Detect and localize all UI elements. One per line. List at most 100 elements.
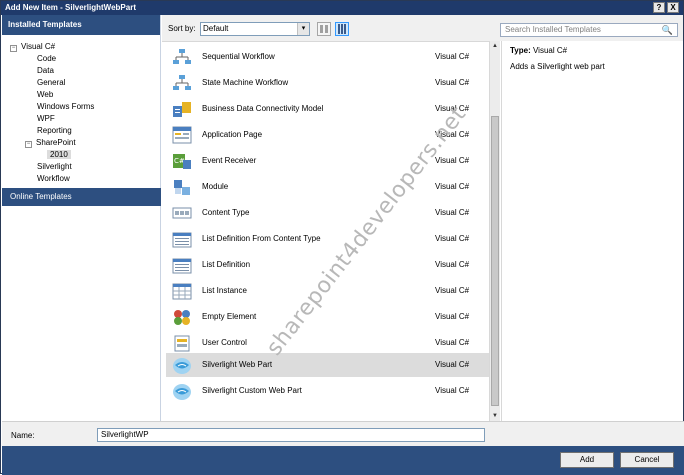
template-row[interactable]: Module Visual C# xyxy=(166,175,489,199)
template-row[interactable]: List Definition Visual C# xyxy=(166,253,489,277)
template-name: Silverlight Custom Web Part xyxy=(202,386,302,395)
template-language: Visual C# xyxy=(435,286,470,295)
sort-by-label: Sort by: xyxy=(168,24,196,33)
template-name: List Instance xyxy=(202,286,247,295)
template-name: Empty Element xyxy=(202,312,257,321)
tree-item-workflow[interactable]: Workflow xyxy=(37,173,70,185)
scroll-down-icon[interactable]: ▼ xyxy=(491,411,499,421)
help-button[interactable]: ? xyxy=(653,2,665,13)
bottom-panel: Name: SilverlightWP Add Cancel xyxy=(2,421,684,475)
template-language: Visual C# xyxy=(435,156,470,165)
template-row[interactable]: Empty Element Visual C# xyxy=(166,305,489,329)
user-control-icon xyxy=(174,335,190,352)
template-row[interactable]: User Control Visual C# xyxy=(166,331,489,355)
tree-item-windows-forms[interactable]: Windows Forms xyxy=(37,101,94,113)
template-name: User Control xyxy=(202,338,247,347)
template-language: Visual C# xyxy=(435,104,470,113)
chevron-down-icon: ▾ xyxy=(297,23,309,35)
template-name: Content Type xyxy=(202,208,250,217)
small-icons-icon xyxy=(320,25,328,33)
application-page-icon xyxy=(172,126,192,144)
tree-item-visual-csharp[interactable]: − Visual C# xyxy=(10,41,55,53)
title-bar: Add New Item - SilverlightWebPart ? X xyxy=(1,1,683,15)
template-row[interactable]: Content Type Visual C# xyxy=(166,201,489,225)
small-icons-view-button[interactable] xyxy=(317,22,331,36)
tree-item-code[interactable]: Code xyxy=(37,53,56,65)
template-language: Visual C# xyxy=(435,338,470,347)
tree-item-data[interactable]: Data xyxy=(37,65,54,77)
tree-item-reporting[interactable]: Reporting xyxy=(37,125,72,137)
add-button[interactable]: Add xyxy=(560,452,614,468)
template-name: Silverlight Web Part xyxy=(202,360,273,369)
template-list-scrollbar[interactable]: ▲ ▼ xyxy=(489,41,500,421)
content-type-icon xyxy=(172,207,192,219)
list-definition-icon xyxy=(172,258,192,274)
event-receiver-icon: C# xyxy=(173,154,191,169)
online-templates-header[interactable]: Online Templates xyxy=(2,188,161,206)
silverlight-icon xyxy=(173,358,191,374)
list-definition-icon xyxy=(172,232,192,248)
tree-item-silverlight[interactable]: Silverlight xyxy=(37,161,72,173)
template-language: Visual C# xyxy=(435,312,470,321)
template-name: State Machine Workflow xyxy=(202,78,289,87)
button-bar: Add Cancel xyxy=(2,446,684,475)
list-view-button[interactable] xyxy=(335,22,349,36)
scroll-up-icon[interactable]: ▲ xyxy=(491,41,499,51)
cancel-button[interactable]: Cancel xyxy=(620,452,674,468)
tree-item-general[interactable]: General xyxy=(37,77,65,89)
tree-item-sharepoint[interactable]: − SharePoint xyxy=(25,137,76,149)
template-row-selected[interactable]: Silverlight Web Part Visual C# xyxy=(166,353,489,377)
name-label: Name: xyxy=(11,431,35,440)
template-description: Adds a Silverlight web part xyxy=(510,62,605,71)
template-language: Visual C# xyxy=(435,78,470,87)
template-language: Visual C# xyxy=(435,182,470,191)
template-row[interactable]: Business Data Connectivity Model Visual … xyxy=(166,97,489,121)
search-input[interactable]: Search Installed Templates 🔍 xyxy=(500,23,678,37)
template-type: Type: Visual C# xyxy=(510,46,567,55)
collapse-icon[interactable]: − xyxy=(25,141,32,148)
template-name: Application Page xyxy=(202,130,263,139)
template-language: Visual C# xyxy=(435,130,470,139)
template-row[interactable]: C# Event Receiver Visual C# xyxy=(166,149,489,173)
template-name: Event Receiver xyxy=(202,156,257,165)
template-language: Visual C# xyxy=(435,52,470,61)
installed-templates-header[interactable]: Installed Templates xyxy=(2,15,160,35)
search-icon[interactable]: 🔍 xyxy=(662,24,673,36)
type-value: Visual C# xyxy=(532,46,568,55)
template-language: Visual C# xyxy=(435,234,470,243)
template-categories-pane: Installed Templates − Visual C# Code Data… xyxy=(2,15,161,421)
template-language: Visual C# xyxy=(435,260,470,269)
tree-item-2010[interactable]: 2010 xyxy=(47,149,71,161)
empty-element-icon xyxy=(174,310,190,325)
bdc-model-icon xyxy=(173,102,191,117)
template-list: Sequential Workflow Visual C# State Mach… xyxy=(162,41,489,421)
template-row[interactable]: Application Page Visual C# xyxy=(166,123,489,147)
workflow-icon xyxy=(173,75,191,90)
silverlight-icon xyxy=(173,384,191,400)
tree-item-wpf[interactable]: WPF xyxy=(37,113,55,125)
template-name: Sequential Workflow xyxy=(202,52,275,61)
template-name: List Definition xyxy=(202,260,251,269)
name-field[interactable]: SilverlightWP xyxy=(97,428,485,442)
template-info-pane: Type: Visual C# Adds a Silverlight web p… xyxy=(501,41,683,421)
template-row[interactable]: Silverlight Custom Web Part Visual C# xyxy=(166,379,489,403)
template-language: Visual C# xyxy=(435,386,470,395)
template-name: Business Data Connectivity Model xyxy=(202,104,324,113)
tree-item-label: Visual C# xyxy=(21,42,56,51)
template-row[interactable]: List Definition From Content Type Visual… xyxy=(166,227,489,251)
tree-item-label: 2010 xyxy=(47,150,71,159)
list-view-icon xyxy=(338,24,346,34)
template-row[interactable]: List Instance Visual C# xyxy=(166,279,489,303)
template-language: Visual C# xyxy=(435,208,470,217)
module-icon xyxy=(174,180,190,195)
close-button[interactable]: X xyxy=(667,2,679,13)
tree-item-web[interactable]: Web xyxy=(37,89,53,101)
template-row[interactable]: State Machine Workflow Visual C# xyxy=(166,71,489,95)
collapse-icon[interactable]: − xyxy=(10,45,17,52)
template-row[interactable]: Sequential Workflow Visual C# xyxy=(166,45,489,69)
scroll-thumb[interactable] xyxy=(491,116,499,406)
add-new-item-dialog: Add New Item - SilverlightWebPart ? X In… xyxy=(0,0,684,475)
template-language: Visual C# xyxy=(435,360,470,369)
sort-by-dropdown[interactable]: Default ▾ xyxy=(200,22,310,36)
tree-item-label: SharePoint xyxy=(36,138,76,147)
